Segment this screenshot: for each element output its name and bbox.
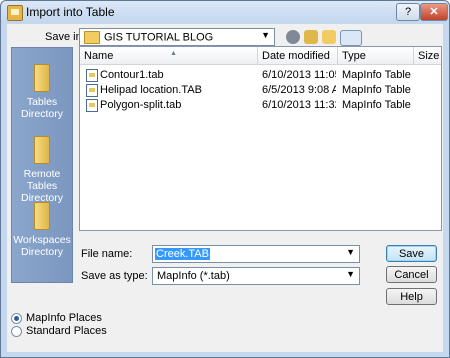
radio-label: Standard Places	[26, 325, 107, 337]
help-button[interactable]: Help	[386, 288, 437, 305]
column-header-date[interactable]: Date modified	[258, 47, 338, 65]
close-button[interactable]: ✕	[420, 3, 448, 21]
folder-icon	[34, 136, 50, 164]
place-label: Tables Directory	[20, 96, 63, 120]
file-type: MapInfo Table	[342, 69, 411, 81]
place-label: Remote Tables Directory	[20, 168, 63, 204]
save-as-type-label: Save as type:	[81, 270, 148, 282]
places-bar: Tables Directory Remote Tables Directory…	[11, 47, 73, 283]
file-name-label: File name:	[81, 248, 133, 260]
folder-icon	[84, 31, 100, 44]
table-row[interactable]: Polygon-split.tab 6/10/2013 11:32... Map…	[80, 98, 441, 113]
place-tables-directory[interactable]: Tables Directory	[12, 64, 72, 120]
file-name-input[interactable]: Creek.TAB ▼	[152, 245, 360, 263]
table-file-icon	[86, 99, 98, 112]
radio-selected-icon[interactable]	[11, 313, 22, 324]
save-in-value: GIS TUTORIAL BLOG	[104, 31, 214, 44]
file-date: 6/10/2013 11:32...	[262, 99, 336, 111]
folder-icon	[34, 202, 50, 230]
column-header-type[interactable]: Type	[338, 47, 414, 65]
save-button[interactable]: Save	[386, 245, 437, 262]
column-header-size[interactable]: Size	[414, 47, 441, 65]
place-remote-tables-directory[interactable]: Remote Tables Directory	[12, 136, 72, 204]
up-folder-icon[interactable]	[304, 30, 318, 44]
chevron-down-icon[interactable]: ▼	[346, 247, 355, 257]
file-type: MapInfo Table	[342, 84, 411, 96]
chevron-down-icon: ▼	[261, 30, 270, 40]
file-name: Helipad location.TAB	[100, 84, 202, 96]
import-dialog: Import into Table ? ✕ Save in: GIS TUTOR…	[0, 0, 450, 358]
save-as-type-value: MapInfo (*.tab)	[157, 270, 230, 282]
title-bar: Import into Table ? ✕	[1, 1, 449, 23]
place-label: Workspaces Directory	[13, 234, 71, 258]
save-as-type-dropdown[interactable]: MapInfo (*.tab) ▼	[152, 267, 360, 285]
window-title: Import into Table	[26, 5, 115, 19]
file-date: 6/5/2013 9:08 A...	[262, 84, 336, 96]
folder-icon	[34, 64, 50, 92]
view-menu-icon[interactable]	[340, 30, 362, 46]
table-row[interactable]: Helipad location.TAB 6/5/2013 9:08 A... …	[80, 83, 441, 98]
table-row[interactable]: Contour1.tab 6/10/2013 11:05... MapInfo …	[80, 68, 441, 83]
save-in-dropdown[interactable]: GIS TUTORIAL BLOG ▼	[79, 28, 275, 46]
file-date: 6/10/2013 11:05...	[262, 69, 336, 81]
back-icon[interactable]	[286, 30, 300, 44]
chevron-down-icon: ▼	[346, 269, 355, 279]
dialog-body: Save in: GIS TUTORIAL BLOG ▼ Tables Dire…	[7, 24, 443, 352]
place-workspaces-directory[interactable]: Workspaces Directory	[12, 202, 72, 258]
radio-unselected-icon[interactable]	[11, 326, 22, 337]
file-name: Contour1.tab	[100, 69, 164, 81]
table-file-icon	[86, 69, 98, 82]
radio-label: MapInfo Places	[26, 312, 102, 324]
cancel-button[interactable]: Cancel	[386, 266, 437, 283]
sort-ascending-icon: ▲	[170, 50, 177, 57]
file-name: Polygon-split.tab	[100, 99, 182, 111]
app-icon	[7, 5, 23, 21]
column-header-name[interactable]: ▲ Name	[80, 47, 258, 65]
table-file-icon	[86, 84, 98, 97]
file-name-value: Creek.TAB	[155, 248, 210, 260]
new-folder-icon[interactable]	[322, 30, 336, 44]
file-type: MapInfo Table	[342, 99, 411, 111]
title-help-button[interactable]: ?	[396, 3, 420, 21]
file-list[interactable]: ▲ Name Date modified Type Size Contour1.t…	[79, 46, 442, 231]
